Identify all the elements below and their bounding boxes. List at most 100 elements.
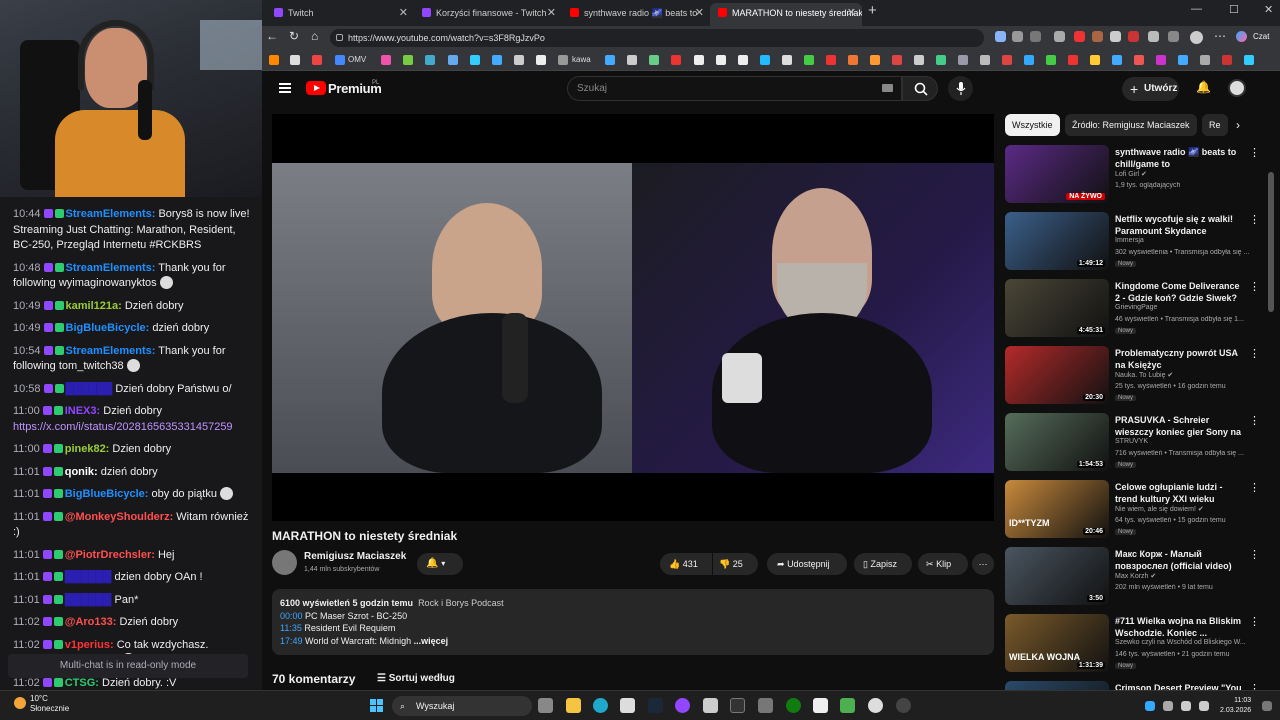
app-icon[interactable] [675, 698, 690, 713]
chat-username[interactable]: kamil121a: [66, 300, 122, 312]
chip-all[interactable]: Wszystkie [1005, 114, 1060, 136]
chip-related[interactable]: Re [1202, 114, 1228, 136]
tab-marathon[interactable]: MARATHON to niestety średniak ✕ [710, 3, 862, 26]
app-icon[interactable] [840, 698, 855, 713]
sidebar-icon[interactable] [1168, 31, 1179, 42]
chat-username-hidden[interactable]: ██████ [65, 594, 112, 606]
video-thumbnail[interactable]: 1:54:53 [1005, 413, 1109, 471]
bookmark-icon[interactable] [335, 55, 345, 65]
bookmark-icon[interactable] [536, 55, 546, 65]
more-vert-icon[interactable]: ⋮ [1249, 280, 1260, 293]
chat-username[interactable]: pinek82: [65, 443, 110, 455]
more-vert-icon[interactable]: ⋮ [1249, 481, 1260, 494]
more-vert-icon[interactable]: ⋮ [1249, 414, 1260, 427]
app-icon[interactable] [758, 698, 773, 713]
maximize-icon[interactable]: ☐ [1229, 3, 1239, 16]
close-tab-icon[interactable]: ✕ [847, 3, 856, 23]
chat-username-hidden[interactable]: ██████ [66, 383, 113, 395]
menu-icon[interactable]: ⋯ [1214, 29, 1226, 43]
more-vert-icon[interactable]: ⋮ [1249, 146, 1260, 159]
dislike-button[interactable]: 👎 25 [713, 553, 758, 575]
file-explorer-icon[interactable] [566, 698, 581, 713]
bookmark-icon[interactable] [605, 55, 615, 65]
recommendation-item[interactable]: ID**TYZM 20:46 Celowe ogłupianie ludzi - t… [1005, 480, 1267, 542]
steam-icon[interactable] [648, 698, 663, 713]
chat-username[interactable]: @PiotrDrechsler: [65, 549, 155, 561]
back-icon[interactable]: ← [266, 29, 278, 43]
recommendation-channel[interactable]: STRUVYK [1115, 438, 1148, 445]
chapter-time[interactable]: 00:00 [280, 611, 303, 621]
bookmark-icon[interactable] [716, 55, 726, 65]
keyboard-icon[interactable] [882, 84, 893, 92]
video-thumbnail[interactable]: 4:45:31 [1005, 279, 1109, 337]
bookmark-icon[interactable] [290, 55, 300, 65]
recommendation-channel[interactable]: Immersja [1115, 237, 1144, 244]
new-tab-icon[interactable]: + [868, 2, 877, 19]
chat-username[interactable]: StreamElements: [66, 262, 156, 274]
recommendation-title[interactable]: Kingdome Come Deliverance 2 - Gdzie koń?… [1115, 280, 1245, 304]
home-icon[interactable]: ⌂ [311, 29, 318, 43]
weather-widget[interactable]: 10°C Słonecznie [30, 694, 69, 714]
terminal-icon[interactable] [730, 698, 745, 713]
video-player[interactable] [272, 114, 994, 521]
chat-username[interactable]: BigBlueBicycle: [66, 322, 150, 334]
extensions-puzzle-icon[interactable] [1148, 31, 1159, 42]
more-vert-icon[interactable]: ⋮ [1249, 347, 1260, 360]
notifications-bell-icon[interactable]: 🔔 [1196, 80, 1211, 94]
more-actions-button[interactable]: ⋯ [972, 553, 994, 575]
menu-hamburger-icon[interactable] [279, 83, 291, 93]
chat-username[interactable]: StreamElements: [66, 345, 156, 357]
profile-avatar[interactable] [1190, 31, 1203, 44]
copilot-label[interactable]: Czat [1253, 32, 1269, 41]
share-button[interactable]: ➦ Udostępnij [767, 553, 847, 575]
video-description[interactable]: 6100 wyświetleń 5 godzin temu Rock i Bor… [272, 589, 994, 655]
recommendation-title[interactable]: #711 Wielka wojna na Bliskim Wschodzie. … [1115, 615, 1245, 639]
voice-search-button[interactable] [948, 76, 973, 101]
chat-username[interactable]: BigBlueBicycle: [65, 488, 149, 500]
video-thumbnail[interactable]: 20:30 [1005, 346, 1109, 404]
video-thumbnail[interactable]: 1:49:12 [1005, 212, 1109, 270]
video-thumbnail[interactable]: NA ŻYWO [1005, 145, 1109, 203]
scrollbar[interactable] [1268, 152, 1274, 720]
chat-username[interactable]: v1perius: [65, 639, 114, 651]
bookmark-icon[interactable] [892, 55, 902, 65]
bookmark-icon[interactable] [312, 55, 322, 65]
extension-icon[interactable] [995, 31, 1006, 42]
account-avatar[interactable] [1228, 79, 1246, 97]
search-input[interactable]: Szukaj [567, 76, 902, 101]
bookmark-icon[interactable] [1002, 55, 1012, 65]
create-button[interactable]: + Utwórz [1122, 77, 1179, 101]
network-icon[interactable] [1181, 701, 1191, 711]
edge-icon[interactable] [593, 698, 608, 713]
chat-username[interactable]: @MonkeyShoulderz: [65, 511, 174, 523]
window-close-icon[interactable]: ✕ [1264, 3, 1273, 16]
recommendation-item[interactable]: 20:30 Problematyczny powrót USA na Księży… [1005, 346, 1267, 408]
close-tab-icon[interactable]: ✕ [547, 3, 556, 23]
tray-icon[interactable] [1145, 701, 1155, 711]
tab-synthwave[interactable]: synthwave radio 🌌 beats to ✕ [562, 3, 710, 26]
recommendation-channel[interactable]: Szewko czyli na Wschód od Bliskiego W... [1115, 639, 1246, 646]
bookmark-icon[interactable] [1156, 55, 1166, 65]
site-info-icon[interactable] [336, 34, 343, 41]
bookmark-icon[interactable] [1244, 55, 1254, 65]
bookmark-icon[interactable] [381, 55, 391, 65]
recommendation-title[interactable]: PRASUVKA - Schreier wieszczy koniec gier… [1115, 414, 1245, 438]
bookmark-icon[interactable] [848, 55, 858, 65]
recommendation-item[interactable]: 3:50 Макс Корж - Малый повзрослел (offici… [1005, 547, 1267, 609]
channel-avatar[interactable] [272, 550, 297, 575]
bookmark-icon[interactable] [914, 55, 924, 65]
bookmark-kawa[interactable]: kawa [572, 55, 591, 64]
chapter-time[interactable]: 17:49 [280, 636, 303, 646]
youtube-logo-icon[interactable] [306, 81, 326, 95]
chat-username[interactable]: @Aro133: [65, 616, 117, 628]
bookmark-icon[interactable] [1046, 55, 1056, 65]
chat-username[interactable]: qonik: [65, 466, 98, 478]
bookmark-icon[interactable] [448, 55, 458, 65]
recommendation-title[interactable]: Problematyczny powrót USA na Księżyc [1115, 347, 1245, 371]
recommendation-title[interactable]: synthwave radio 🌌 beats to chill/game to [1115, 146, 1245, 170]
more-link[interactable]: ...więcej [414, 636, 449, 646]
bookmark-icon[interactable] [804, 55, 814, 65]
xbox-icon[interactable] [786, 698, 801, 713]
close-tab-icon[interactable]: ✕ [695, 3, 704, 23]
volume-icon[interactable] [1199, 701, 1209, 711]
